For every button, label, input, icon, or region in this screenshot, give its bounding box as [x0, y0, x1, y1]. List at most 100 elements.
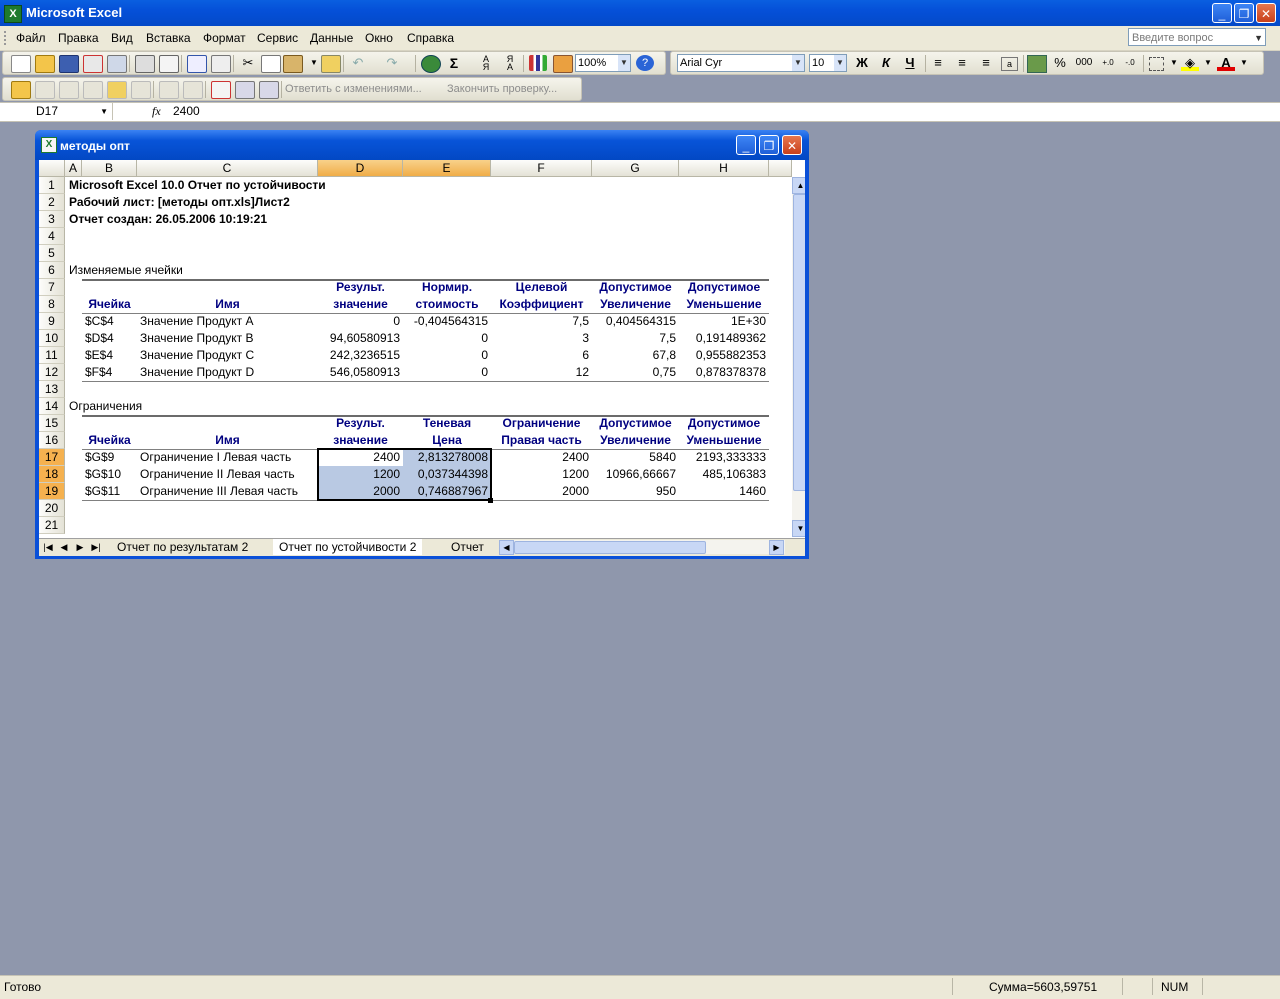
row-header[interactable]: 3	[39, 211, 65, 228]
font-size-select[interactable]: 10 ▼	[809, 54, 847, 72]
cell-value[interactable]: 1E+30	[679, 313, 766, 330]
fill-handle[interactable]	[488, 498, 493, 503]
cell-value[interactable]: 0,037344398	[403, 466, 488, 483]
cell-value[interactable]: 0,746887967	[403, 483, 488, 500]
column-header-c[interactable]: C	[137, 160, 318, 177]
open-folder-icon[interactable]	[35, 55, 55, 73]
cell-value[interactable]: 0	[318, 313, 400, 330]
row-header[interactable]: 16	[39, 432, 65, 449]
row-header[interactable]: 2	[39, 194, 65, 211]
increase-decimal-icon[interactable]: +.0	[1099, 55, 1117, 71]
select-all-corner[interactable]	[39, 160, 65, 177]
next-comment-icon[interactable]	[83, 81, 103, 99]
cell-value[interactable]: 10966,66667	[592, 466, 676, 483]
zoom-select[interactable]: 100% ▼	[575, 54, 631, 72]
cell-name[interactable]: Значение Продукт B	[140, 330, 253, 347]
workbook-restore-button[interactable]: ❐	[759, 135, 779, 155]
cell-ref[interactable]: $G$11	[85, 483, 120, 500]
cell-ref[interactable]: $G$10	[85, 466, 121, 483]
cell-ref[interactable]: $E$4	[85, 347, 113, 364]
align-center-icon[interactable]: ≡	[953, 55, 971, 71]
menu-data[interactable]: Данные	[310, 31, 353, 45]
row-header[interactable]: 21	[39, 517, 65, 534]
row-header[interactable]: 5	[39, 245, 65, 262]
cell-value[interactable]: 5840	[592, 449, 676, 466]
fill-color-dropdown-icon[interactable]: ▼	[1199, 55, 1217, 71]
menu-help[interactable]: Справка	[407, 31, 454, 45]
cell-value[interactable]: 12	[491, 364, 589, 381]
edit-comment-icon[interactable]	[211, 81, 231, 99]
row-header[interactable]: 12	[39, 364, 65, 381]
row-header[interactable]: 14	[39, 398, 65, 415]
print-preview-icon[interactable]	[159, 55, 179, 73]
undo-icon[interactable]: ↶	[349, 55, 367, 71]
folder-icon[interactable]	[11, 81, 31, 99]
name-box[interactable]: D17 ▼	[2, 103, 113, 120]
save-icon[interactable]	[59, 55, 79, 73]
function-icon[interactable]: fx	[152, 104, 161, 119]
align-right-icon[interactable]: ≡	[977, 55, 995, 71]
italic-button[interactable]: К	[877, 55, 895, 71]
column-header-a[interactable]: A	[65, 160, 82, 177]
reply-with-changes-button[interactable]: Ответить с изменениями...	[285, 83, 422, 95]
cell-value[interactable]: 7,5	[592, 330, 676, 347]
workbook-close-button[interactable]: ✕	[782, 135, 802, 155]
decrease-decimal-icon[interactable]: -.0	[1121, 55, 1139, 71]
cell-value[interactable]: 1200	[491, 466, 589, 483]
align-left-icon[interactable]: ≡	[929, 55, 947, 71]
hyperlink-icon[interactable]	[421, 55, 441, 73]
cell-value[interactable]: 3	[491, 330, 589, 347]
tab-report[interactable]: Отчет	[445, 539, 490, 555]
vertical-scroll-thumb[interactable]	[793, 194, 805, 491]
scroll-down-icon[interactable]: ▼	[792, 520, 805, 537]
column-header-h[interactable]: H	[679, 160, 769, 177]
percent-button[interactable]: %	[1051, 55, 1069, 71]
scroll-up-icon[interactable]: ▲	[792, 177, 805, 194]
font-name-select[interactable]: Arial Cyr ▼	[677, 54, 805, 72]
row-header[interactable]: 13	[39, 381, 65, 398]
cell-ref[interactable]: $D$4	[85, 330, 114, 347]
menu-window[interactable]: Окно	[365, 31, 393, 45]
bold-button[interactable]: Ж	[853, 55, 871, 71]
horizontal-scrollbar[interactable]: ◀ ▶	[499, 540, 785, 555]
last-sheet-icon[interactable]: ▶|	[89, 539, 103, 555]
cell-ref[interactable]: $F$4	[85, 364, 112, 381]
maximize-button[interactable]: ❐	[1234, 3, 1254, 23]
autosum-icon[interactable]: Σ	[445, 55, 463, 71]
row-header[interactable]: 19	[39, 483, 65, 500]
cell-value[interactable]: 0,404564315	[592, 313, 676, 330]
menu-tools[interactable]: Сервис	[257, 31, 298, 45]
cell-value[interactable]: 0,191489362	[679, 330, 766, 347]
sort-descending-icon[interactable]: ЯA	[501, 55, 519, 72]
row-header[interactable]: 15	[39, 415, 65, 432]
merge-icon[interactable]	[259, 81, 279, 99]
delete-comment-icon[interactable]	[131, 81, 151, 99]
prev-comment-icon[interactable]	[59, 81, 79, 99]
column-header-d[interactable]: D	[318, 160, 403, 177]
cell-ref[interactable]: $G$9	[85, 449, 114, 466]
column-header-g[interactable]: G	[592, 160, 679, 177]
cell-name[interactable]: Значение Продукт A	[140, 313, 253, 330]
cell-value[interactable]: 0,878378378	[679, 364, 766, 381]
cell-value[interactable]: 0	[403, 330, 488, 347]
copy-icon[interactable]	[261, 55, 281, 73]
row-header[interactable]: 4	[39, 228, 65, 245]
format-painter-icon[interactable]	[321, 55, 341, 73]
cell-value[interactable]: 0,955882353	[679, 347, 766, 364]
cell-value[interactable]: 2400	[491, 449, 589, 466]
merge-center-icon[interactable]: a	[1001, 57, 1018, 71]
scroll-left-icon[interactable]: ◀	[499, 540, 514, 555]
row-header[interactable]: 11	[39, 347, 65, 364]
row-header[interactable]: 10	[39, 330, 65, 347]
cell-value[interactable]: 2000	[318, 483, 400, 500]
cell-value[interactable]: 1460	[679, 483, 766, 500]
column-header-e[interactable]: E	[403, 160, 491, 177]
workbook-minimize-button[interactable]: _	[736, 135, 756, 155]
redo-icon[interactable]: ↷	[383, 55, 401, 71]
cell-value[interactable]: 0	[403, 364, 488, 381]
cell-value[interactable]: 7,5	[491, 313, 589, 330]
help-icon[interactable]: ?	[636, 55, 654, 71]
cell-value[interactable]: 6	[491, 347, 589, 364]
scroll-right-icon[interactable]: ▶	[769, 540, 784, 555]
accept-reject-icon[interactable]	[183, 81, 203, 99]
